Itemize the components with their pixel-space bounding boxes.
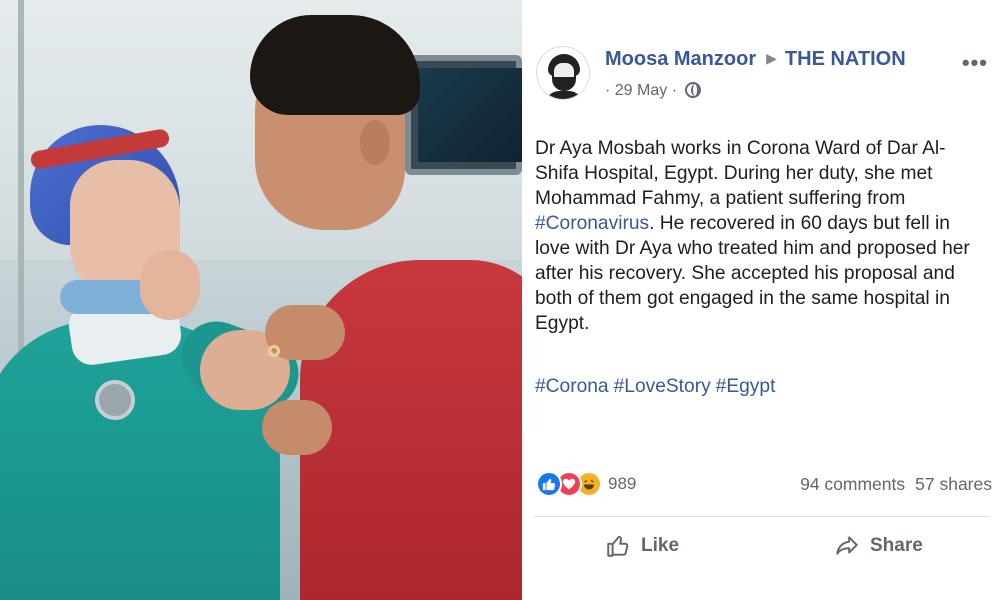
photo-man-lower-hand: [262, 400, 332, 455]
page-name-link[interactable]: THE NATION: [785, 48, 906, 70]
actions-divider: [534, 516, 988, 517]
more-options-icon[interactable]: •••: [962, 50, 988, 76]
hashtag-link[interactable]: #Egypt: [716, 376, 776, 397]
share-button[interactable]: Share: [834, 530, 923, 562]
meta-separator: ·: [671, 82, 678, 99]
meta-separator: ·: [605, 82, 611, 99]
post-body-part1: Dr Aya Mosbah works in Corona Ward of Da…: [535, 138, 946, 209]
hashtag-link[interactable]: #LoveStory: [614, 376, 711, 397]
shared-to-arrow-icon: ▶: [766, 50, 777, 66]
post-hashtags: #Corona #LoveStory #Egypt: [535, 376, 780, 398]
author-avatar[interactable]: [536, 46, 590, 100]
comments-count-link[interactable]: 94 comments: [800, 474, 905, 494]
post-header-names: Moosa Manzoor ▶ THE NATION: [605, 48, 906, 71]
post-date-link[interactable]: 29 May: [615, 82, 667, 99]
photo-engagement-ring: [268, 345, 280, 357]
author-name-link[interactable]: Moosa Manzoor: [605, 48, 756, 70]
like-button-label: Like: [641, 535, 680, 556]
reaction-count: 989: [608, 474, 637, 493]
shares-count-link[interactable]: 57 shares: [915, 474, 992, 494]
share-button-label: Share: [870, 535, 923, 556]
reactions-summary[interactable]: 989: [536, 471, 636, 497]
share-arrow-icon: [836, 536, 858, 555]
post-meta: · 29 May ·: [605, 82, 702, 100]
post-stats: 94 comments 57 shares: [800, 474, 992, 495]
post-photo[interactable]: [0, 0, 522, 600]
photo-monitor-screen: [418, 68, 522, 162]
thumbs-up-icon: [607, 535, 629, 557]
facebook-post: Moosa Manzoor ▶ THE NATION · 29 May · ••• …: [522, 0, 1000, 600]
globe-icon[interactable]: [685, 82, 702, 98]
avatar-body: [545, 91, 583, 99]
post-body-text: Dr Aya Mosbah works in Corona Ward of Da…: [535, 136, 985, 336]
like-button[interactable]: Like: [605, 530, 679, 562]
photo-man-hair: [250, 15, 420, 115]
hashtag-link-coronavirus[interactable]: #Coronavirus: [535, 213, 649, 234]
photo-stethoscope: [95, 380, 135, 420]
like-reaction-icon: [536, 471, 562, 497]
hashtag-link[interactable]: #Corona: [535, 376, 609, 397]
photo-man-ear: [360, 120, 390, 165]
photo-doctor-hand: [140, 250, 200, 320]
